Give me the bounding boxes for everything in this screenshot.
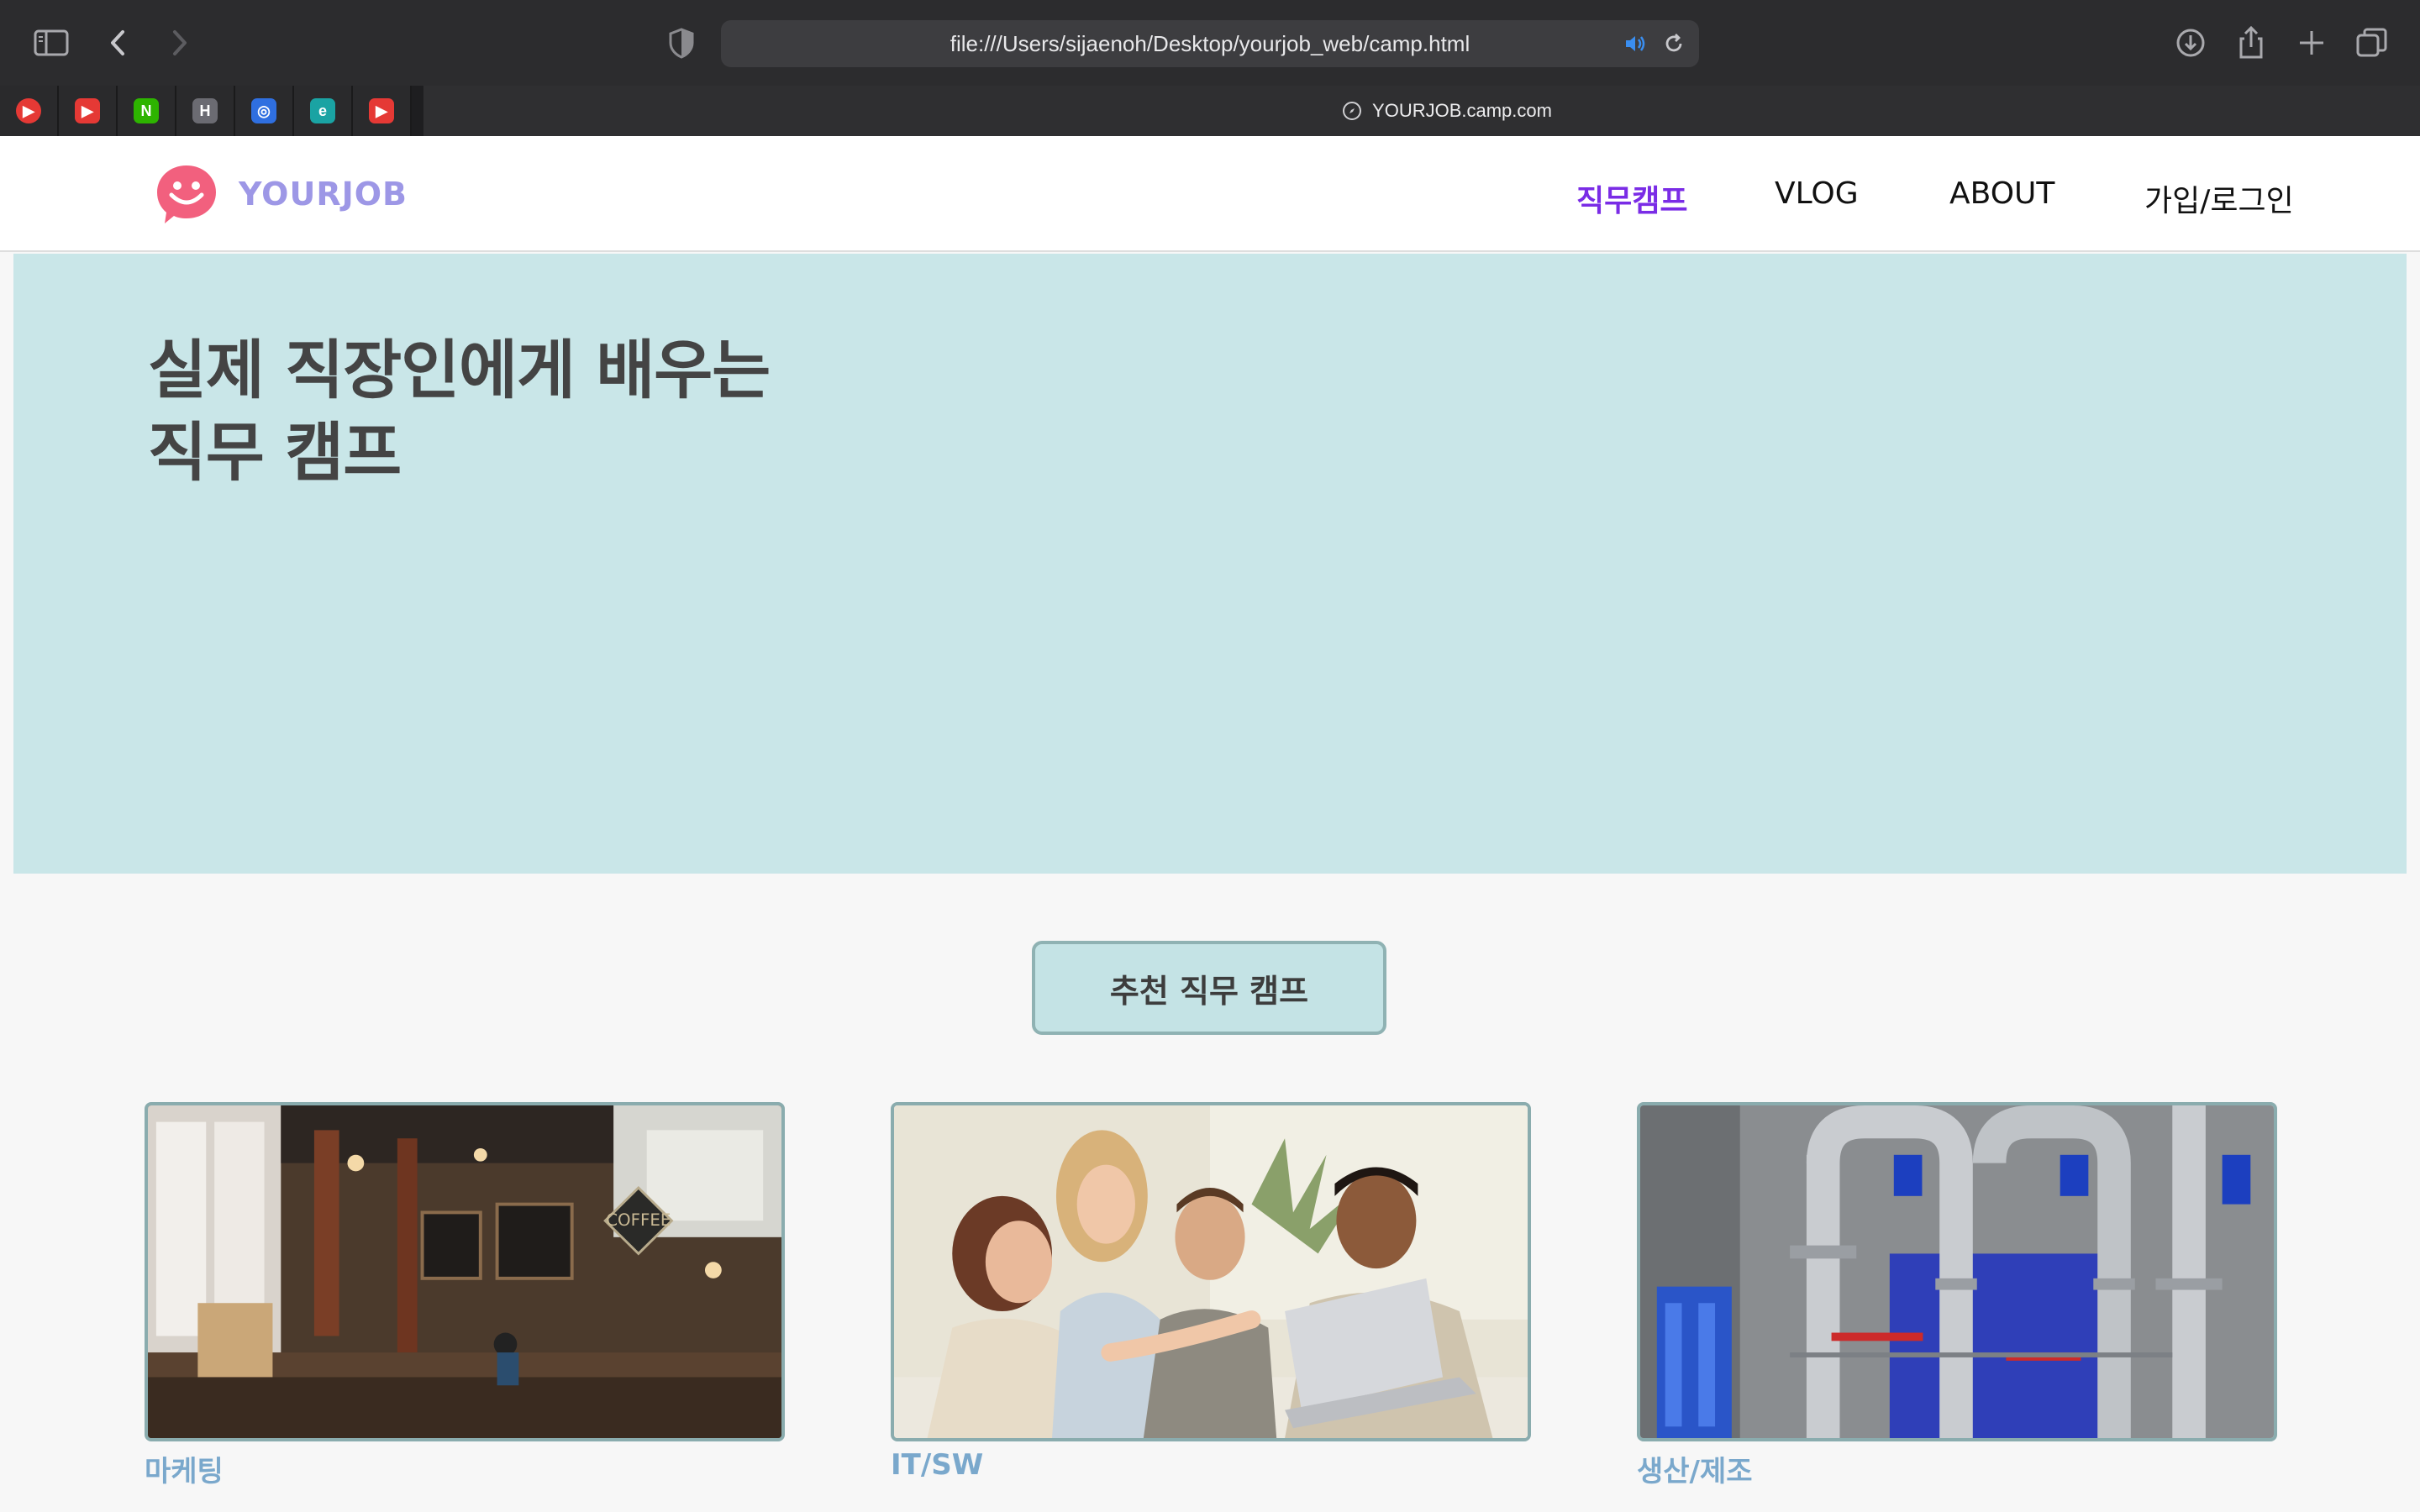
back-icon[interactable] [99, 24, 138, 62]
h-app-icon: H [192, 98, 218, 123]
privacy-shield-icon[interactable] [662, 24, 701, 62]
pinned-tab[interactable]: H [176, 86, 235, 136]
hero-title-line-2: 직무 캠프 [148, 415, 402, 490]
pinned-tab[interactable]: ▶ [59, 86, 118, 136]
share-icon[interactable] [2232, 24, 2270, 62]
pinned-tab[interactable]: ▶ [353, 86, 412, 136]
hero-title: 실제 직장인에게 배우는 직무 캠프 [148, 329, 771, 494]
coffee-shop-photo[interactable]: COFFEE [145, 1102, 785, 1441]
card-label-manufacturing[interactable]: 생산/제조 [1637, 1448, 2277, 1489]
new-tab-icon[interactable] [2292, 24, 2331, 62]
url-text[interactable]: file:///Users/sijaenoh/Desktop/yourjob_w… [721, 20, 1699, 67]
address-bar[interactable]: file:///Users/sijaenoh/Desktop/yourjob_w… [721, 20, 1699, 67]
nav-about[interactable]: ABOUT [1949, 176, 2054, 211]
pinned-tab[interactable]: ◎ [235, 86, 294, 136]
pinned-tabs: ▶ ▶ N H ◎ e ▶ [0, 86, 412, 136]
tab-strip: ▶ ▶ N H ◎ e ▶ YOURJOB.camp.com [0, 86, 2420, 136]
tab-overview-icon[interactable] [2353, 24, 2391, 62]
camp-card-manufacturing[interactable]: 생산/제조 [1637, 1102, 2277, 1489]
active-tab[interactable]: YOURJOB.camp.com [424, 86, 2420, 136]
downloads-icon[interactable] [2171, 24, 2210, 62]
youtube-icon: ▶ [369, 98, 394, 123]
card-label-itsw[interactable]: IT/SW [891, 1448, 1531, 1482]
industrial-pipes-photo[interactable] [1637, 1102, 2277, 1441]
camp-card-marketing[interactable]: COFFEE 마케팅 [145, 1102, 785, 1489]
recommended-camps-button[interactable]: 추천 직무 캠프 [1032, 941, 1386, 1035]
youtube-music-icon: ▶ [16, 98, 41, 123]
active-tab-title: YOURJOB.camp.com [1372, 100, 1552, 121]
website: YOURJOB 직무캠프 VLOG ABOUT 가입/로그인 실제 직장인에게 … [0, 136, 2420, 1512]
naver-icon: N [134, 98, 159, 123]
main-nav: 직무캠프 VLOG ABOUT 가입/로그인 [0, 136, 2420, 252]
nav-login[interactable]: 가입/로그인 [2144, 176, 2294, 220]
hero-title-line-1: 실제 직장인에게 배우는 [148, 333, 771, 407]
hero-banner: 실제 직장인에게 배우는 직무 캠프 [13, 254, 2407, 874]
svg-text:COFFEE: COFFEE [606, 1210, 671, 1230]
forward-icon[interactable] [160, 24, 198, 62]
pinned-tab[interactable]: e [294, 86, 353, 136]
pinned-tab[interactable]: N [118, 86, 176, 136]
pinned-tab[interactable]: ▶ [0, 86, 59, 136]
reload-icon[interactable] [1660, 30, 1687, 57]
camp-card-itsw[interactable]: IT/SW [891, 1102, 1531, 1482]
nav-camp[interactable]: 직무캠프 [1576, 176, 1687, 220]
youtube-icon: ▶ [75, 98, 100, 123]
edge-icon: e [310, 98, 335, 123]
browser-toolbar: file:///Users/sijaenoh/Desktop/yourjob_w… [0, 0, 2420, 86]
audio-playing-icon[interactable] [1622, 30, 1649, 57]
site-header: YOURJOB 직무캠프 VLOG ABOUT 가입/로그인 [0, 136, 2420, 252]
team-meeting-photo[interactable] [891, 1102, 1531, 1441]
card-label-marketing[interactable]: 마케팅 [145, 1448, 785, 1489]
sidebar-toggle-icon[interactable] [32, 24, 71, 62]
compass-icon [1343, 102, 1362, 120]
study-app-icon: ◎ [251, 98, 276, 123]
nav-vlog[interactable]: VLOG [1775, 176, 1859, 211]
